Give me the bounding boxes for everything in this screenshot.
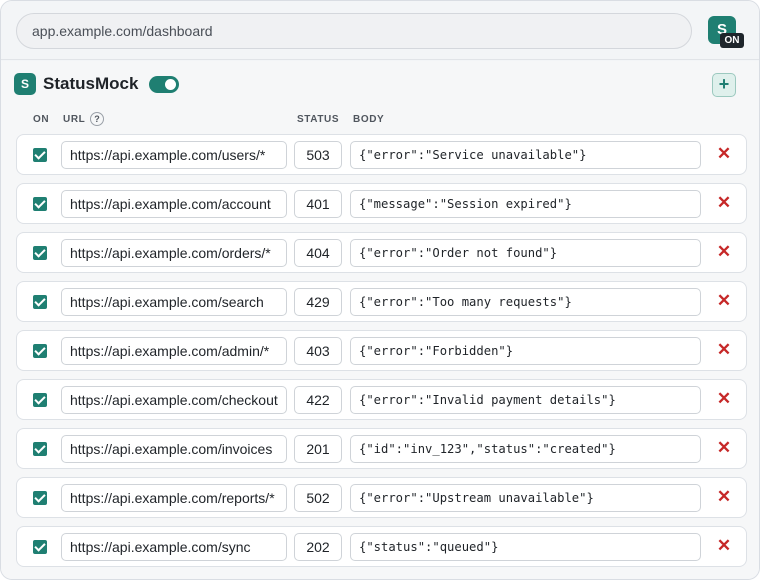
- rule-enabled-checkbox[interactable]: [33, 148, 47, 162]
- rule-url-input[interactable]: https://api.example.com/reports/*: [61, 484, 287, 512]
- delete-rule-icon[interactable]: ✕: [716, 390, 732, 407]
- rule-status-input[interactable]: 404: [294, 239, 342, 267]
- column-header-on: ON: [33, 114, 50, 125]
- browser-toolbar: app.example.com/dashboard S ON: [1, 1, 759, 60]
- rule-url-input[interactable]: https://api.example.com/account: [61, 190, 287, 218]
- rule-row: https://api.example.com/sync 202 {"status"…: [16, 526, 747, 567]
- delete-rule-icon[interactable]: ✕: [716, 145, 732, 162]
- rule-row: https://api.example.com/users/* 503 {"erro…: [16, 134, 747, 175]
- rule-url-input[interactable]: https://api.example.com/invoices: [61, 435, 287, 463]
- rule-status-input[interactable]: 202: [294, 533, 342, 561]
- rule-enabled-checkbox[interactable]: [33, 540, 47, 554]
- rule-enabled-checkbox[interactable]: [33, 295, 47, 309]
- delete-rule-icon[interactable]: ✕: [716, 537, 732, 554]
- rule-status-input[interactable]: 401: [294, 190, 342, 218]
- column-header-status: STATUS: [297, 114, 340, 125]
- browser-window: app.example.com/dashboard S ON S StatusM…: [0, 0, 760, 580]
- rule-row: https://api.example.com/reports/* 502 {"er…: [16, 477, 747, 518]
- rule-body-input[interactable]: {"error":"Forbidden"}: [350, 337, 701, 365]
- rule-status-input[interactable]: 503: [294, 141, 342, 169]
- rule-url-input[interactable]: https://api.example.com/admin/*: [61, 337, 287, 365]
- rule-row: https://api.example.com/invoices 201 {"id"…: [16, 428, 747, 469]
- delete-rule-icon[interactable]: ✕: [716, 194, 732, 211]
- delete-rule-icon[interactable]: ✕: [716, 439, 732, 456]
- rule-status-input[interactable]: 502: [294, 484, 342, 512]
- extension-popup: S StatusMock + ON URL ? STATUS BODY http…: [1, 61, 759, 579]
- rule-body-input[interactable]: {"error":"Too many requests"}: [350, 288, 701, 316]
- rule-enabled-checkbox[interactable]: [33, 246, 47, 260]
- rule-enabled-checkbox[interactable]: [33, 197, 47, 211]
- column-header-body: BODY: [353, 114, 385, 125]
- rule-body-input[interactable]: {"id":"inv_123","status":"created"}: [350, 435, 701, 463]
- delete-rule-icon[interactable]: ✕: [716, 488, 732, 505]
- rule-status-input[interactable]: 201: [294, 435, 342, 463]
- rule-enabled-checkbox[interactable]: [33, 393, 47, 407]
- rule-row: https://api.example.com/orders/* 404 {"err…: [16, 232, 747, 273]
- rule-url-input[interactable]: https://api.example.com/search: [61, 288, 287, 316]
- delete-rule-icon[interactable]: ✕: [716, 341, 732, 358]
- rule-body-input[interactable]: {"message":"Session expired"}: [350, 190, 701, 218]
- column-header-url: URL: [63, 114, 86, 125]
- rule-body-input[interactable]: {"error":"Upstream unavailable"}: [350, 484, 701, 512]
- rule-row: https://api.example.com/search 429 {"error…: [16, 281, 747, 322]
- global-enable-toggle[interactable]: [149, 76, 179, 93]
- extension-badge: ON: [720, 33, 744, 48]
- rule-enabled-checkbox[interactable]: [33, 344, 47, 358]
- rule-row: https://api.example.com/checkout 422 {"err…: [16, 379, 747, 420]
- add-rule-button[interactable]: +: [712, 73, 736, 97]
- rule-status-input[interactable]: 422: [294, 386, 342, 414]
- address-bar[interactable]: app.example.com/dashboard: [16, 13, 692, 49]
- rule-url-input[interactable]: https://api.example.com/checkout: [61, 386, 287, 414]
- rule-url-input[interactable]: https://api.example.com/sync: [61, 533, 287, 561]
- delete-rule-icon[interactable]: ✕: [716, 292, 732, 309]
- rule-body-input[interactable]: {"error":"Order not found"}: [350, 239, 701, 267]
- rule-row: https://api.example.com/admin/* 403 {"erro…: [16, 330, 747, 371]
- rule-row: https://api.example.com/account 401 {"mess…: [16, 183, 747, 224]
- rule-body-input[interactable]: {"status":"queued"}: [350, 533, 701, 561]
- app-logo-icon: S: [14, 73, 36, 95]
- rule-status-input[interactable]: 403: [294, 337, 342, 365]
- rule-enabled-checkbox[interactable]: [33, 491, 47, 505]
- rule-body-input[interactable]: {"error":"Service unavailable"}: [350, 141, 701, 169]
- rule-url-input[interactable]: https://api.example.com/orders/*: [61, 239, 287, 267]
- app-title: StatusMock: [43, 74, 139, 93]
- delete-rule-icon[interactable]: ✕: [716, 243, 732, 260]
- help-icon[interactable]: ?: [90, 112, 104, 126]
- rule-enabled-checkbox[interactable]: [33, 442, 47, 456]
- rule-url-input[interactable]: https://api.example.com/users/*: [61, 141, 287, 169]
- rule-status-input[interactable]: 429: [294, 288, 342, 316]
- rule-body-input[interactable]: {"error":"Invalid payment details"}: [350, 386, 701, 414]
